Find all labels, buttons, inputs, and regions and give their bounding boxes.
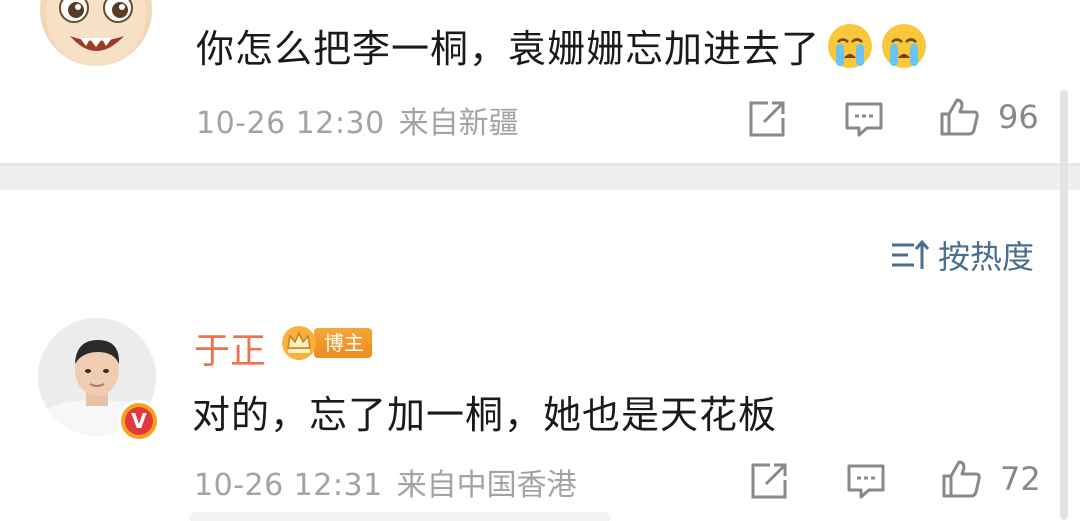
comment-feed: 你怎么把李一桐，袁姗姗忘加进去了 10-26 12:30 来自新疆 96 按热度…	[0, 0, 1080, 521]
share-button[interactable]	[746, 98, 788, 140]
share-icon	[751, 463, 787, 499]
comment-icon	[845, 102, 883, 137]
like-button[interactable]	[938, 96, 980, 138]
share-icon	[749, 101, 785, 137]
comment-2-text: 对的，忘了加一桐，她也是天花板	[192, 393, 778, 437]
comment-1-like-count: 96	[998, 98, 1039, 136]
cartoon-avatar-icon	[40, 0, 152, 66]
sort-by-hot-button[interactable]: 按热度	[890, 232, 1034, 278]
comment-2-source: 来自中国香港	[396, 468, 577, 503]
thumbs-up-icon	[942, 460, 981, 498]
comment-icon	[847, 464, 885, 499]
sort-icon	[890, 237, 930, 273]
comment-1-time: 10-26 12:30	[196, 106, 385, 141]
comment-2-time: 10-26 12:31	[194, 468, 383, 503]
crying-emoji-icon	[880, 22, 928, 70]
comment-2-author[interactable]: 于正	[194, 322, 266, 374]
scrollbar[interactable]	[1060, 90, 1068, 520]
comment-1-source: 来自新疆	[398, 106, 519, 141]
comment-button[interactable]	[843, 98, 885, 140]
comment-2-meta: 10-26 12:31 来自中国香港	[194, 460, 577, 504]
verified-badge: V	[118, 400, 160, 442]
comment-1-meta: 10-26 12:30 来自新疆	[196, 98, 519, 142]
section-divider	[0, 166, 1080, 190]
comment-1-avatar[interactable]	[40, 0, 152, 66]
comment-1-body: 你怎么把李一桐，袁姗姗忘加进去了	[196, 27, 821, 71]
verified-badge-label: V	[125, 407, 153, 435]
like-button[interactable]	[940, 458, 982, 500]
crown-icon	[280, 324, 318, 362]
thumbs-up-icon	[940, 98, 979, 136]
comment-button[interactable]	[845, 460, 887, 502]
sort-label: 按热度	[938, 238, 1035, 276]
share-button[interactable]	[748, 460, 790, 502]
next-comment-preview	[190, 512, 610, 521]
comment-1-text: 你怎么把李一桐，袁姗姗忘加进去了	[196, 18, 928, 73]
crying-emoji-icon	[826, 22, 874, 70]
host-badge: 博主	[280, 326, 372, 360]
host-badge-label: 博主	[314, 328, 372, 358]
comment-2-like-count: 72	[1000, 460, 1041, 498]
